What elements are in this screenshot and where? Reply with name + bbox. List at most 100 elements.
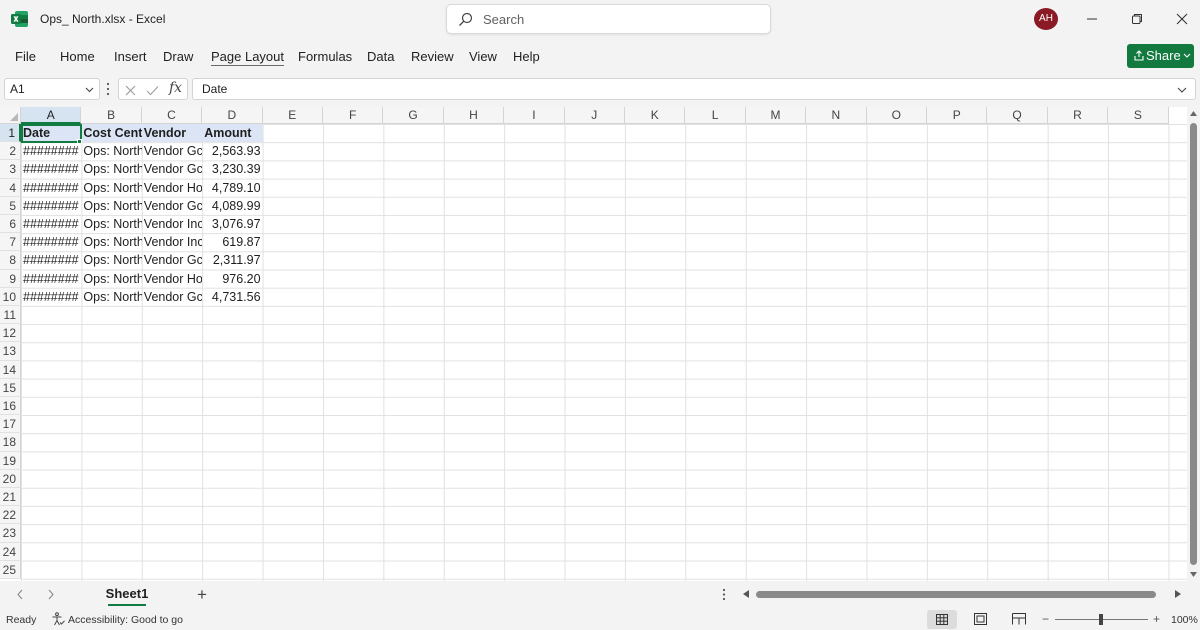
cell-d10[interactable]: 4,731.56 — [202, 288, 262, 306]
cell-area[interactable]: Date Cost Cent Vendor Amount ######## Ops: No… — [21, 124, 1187, 581]
insert-function-icon[interactable]: fx — [169, 80, 182, 96]
cell-a10[interactable]: ######## — [21, 288, 81, 306]
sheet-tab-sheet1[interactable]: Sheet1 — [102, 584, 152, 606]
share-button[interactable]: Share — [1127, 44, 1194, 68]
cell-b9[interactable]: Ops: North — [81, 270, 141, 288]
column-header-q[interactable]: Q — [987, 107, 1048, 124]
cell-c8[interactable]: Vendor Gc — [142, 251, 202, 269]
column-header-d[interactable]: D — [202, 107, 263, 124]
formula-input[interactable]: Date — [192, 78, 1196, 100]
row-header-20[interactable]: 20 — [0, 469, 21, 488]
cell-a7[interactable]: ######## — [21, 233, 81, 251]
horizontal-scroll-thumb[interactable] — [756, 591, 1156, 598]
select-all-corner[interactable] — [0, 107, 21, 124]
row-header-15[interactable]: 15 — [0, 378, 21, 397]
cell-c9[interactable]: Vendor Ho — [142, 270, 202, 288]
cell-b3[interactable]: Ops: North — [81, 160, 141, 178]
row-header-10[interactable]: 10 — [0, 287, 21, 306]
row-header-4[interactable]: 4 — [0, 178, 21, 197]
row-header-3[interactable]: 3 — [0, 160, 21, 179]
cell-b2[interactable]: Ops: North — [81, 142, 141, 160]
cell-d8[interactable]: 2,311.97 — [202, 251, 262, 269]
cell-b7[interactable]: Ops: North — [81, 233, 141, 251]
check-icon[interactable] — [146, 85, 159, 96]
tab-insert[interactable]: Insert — [114, 49, 147, 64]
row-header-8[interactable]: 8 — [0, 251, 21, 270]
cell-d3[interactable]: 3,230.39 — [202, 160, 262, 178]
column-header-o[interactable]: O — [866, 107, 927, 124]
row-header-23[interactable]: 23 — [0, 524, 21, 543]
column-header-m[interactable]: M — [745, 107, 807, 124]
tab-data[interactable]: Data — [367, 49, 394, 64]
close-button[interactable] — [1170, 8, 1194, 30]
cell-d9[interactable]: 976.20 — [202, 270, 262, 288]
row-header-9[interactable]: 9 — [0, 269, 21, 288]
cell-b6[interactable]: Ops: North — [81, 215, 141, 233]
more-options-icon[interactable] — [106, 82, 110, 96]
zoom-out-button[interactable]: − — [1042, 612, 1049, 626]
tab-review[interactable]: Review — [411, 49, 454, 64]
tab-file[interactable]: File — [15, 49, 36, 64]
cell-a1[interactable]: Date — [21, 124, 82, 143]
column-header-a[interactable]: A — [21, 107, 82, 124]
accessibility-icon[interactable] — [51, 612, 65, 626]
column-header-s[interactable]: S — [1108, 107, 1169, 124]
column-header-i[interactable]: I — [504, 107, 565, 124]
search-box[interactable] — [446, 4, 771, 34]
cell-a3[interactable]: ######## — [21, 160, 81, 178]
row-header-24[interactable]: 24 — [0, 542, 21, 561]
normal-view-button[interactable] — [927, 610, 957, 629]
spreadsheet-grid[interactable]: ABCDEFGHIJKLMNOPQRS 1 2 3 4 5 6 7 8 9 10 11 12 13 14 1… — [0, 107, 1187, 581]
cell-c1[interactable]: Vendor — [141, 124, 203, 143]
row-header-13[interactable]: 13 — [0, 342, 21, 361]
cell-c4[interactable]: Vendor Ho — [142, 179, 202, 197]
row-header-1[interactable]: 1 — [0, 124, 21, 143]
column-header-h[interactable]: H — [443, 107, 505, 124]
row-header-6[interactable]: 6 — [0, 215, 21, 234]
column-header-f[interactable]: F — [323, 107, 384, 124]
cell-a6[interactable]: ######## — [21, 215, 81, 233]
tab-home[interactable]: Home — [60, 49, 95, 64]
column-header-k[interactable]: K — [625, 107, 686, 124]
zoom-level[interactable]: 100% — [1171, 614, 1198, 626]
cell-d6[interactable]: 3,076.97 — [202, 215, 262, 233]
page-layout-view-icon[interactable] — [974, 613, 987, 625]
cell-d2[interactable]: 2,563.93 — [202, 142, 262, 160]
avatar[interactable]: AH — [1034, 8, 1058, 30]
scroll-right-icon[interactable] — [1175, 590, 1181, 598]
name-box[interactable]: A1 — [4, 78, 100, 100]
restore-button[interactable] — [1125, 8, 1149, 30]
vertical-scroll-thumb[interactable] — [1190, 123, 1197, 565]
column-header-g[interactable]: G — [383, 107, 444, 124]
search-input[interactable] — [483, 10, 753, 28]
cell-a4[interactable]: ######## — [21, 179, 81, 197]
tab-formulas[interactable]: Formulas — [298, 49, 352, 64]
row-header-17[interactable]: 17 — [0, 415, 21, 434]
accessibility-status[interactable]: Accessibility: Good to go — [68, 614, 183, 626]
row-header-2[interactable]: 2 — [0, 142, 21, 161]
cell-c10[interactable]: Vendor Gc — [142, 288, 202, 306]
row-header-7[interactable]: 7 — [0, 233, 21, 252]
column-header-n[interactable]: N — [806, 107, 867, 124]
chevron-right-icon[interactable] — [47, 589, 55, 600]
page-break-view-icon[interactable] — [1012, 613, 1026, 625]
cell-c5[interactable]: Vendor Gc — [142, 197, 202, 215]
tab-view[interactable]: View — [469, 49, 497, 64]
cell-c3[interactable]: Vendor Gc — [142, 160, 202, 178]
column-header-b[interactable]: B — [81, 107, 142, 124]
row-header-16[interactable]: 16 — [0, 397, 21, 416]
cell-a8[interactable]: ######## — [21, 251, 81, 269]
tab-draw[interactable]: Draw — [163, 49, 193, 64]
more-options-icon[interactable] — [722, 588, 726, 601]
cell-c6[interactable]: Vendor Inc — [142, 215, 202, 233]
cell-a5[interactable]: ######## — [21, 197, 81, 215]
cell-b4[interactable]: Ops: North — [81, 179, 141, 197]
cell-b1[interactable]: Cost Cent — [81, 124, 142, 143]
scroll-left-icon[interactable] — [743, 590, 749, 598]
row-header-21[interactable]: 21 — [0, 488, 21, 507]
fill-handle[interactable] — [77, 139, 82, 144]
zoom-in-button[interactable]: + — [1153, 612, 1160, 626]
cell-d1[interactable]: Amount — [202, 124, 263, 143]
tab-help[interactable]: Help — [513, 49, 540, 64]
cell-a2[interactable]: ######## — [21, 142, 81, 160]
